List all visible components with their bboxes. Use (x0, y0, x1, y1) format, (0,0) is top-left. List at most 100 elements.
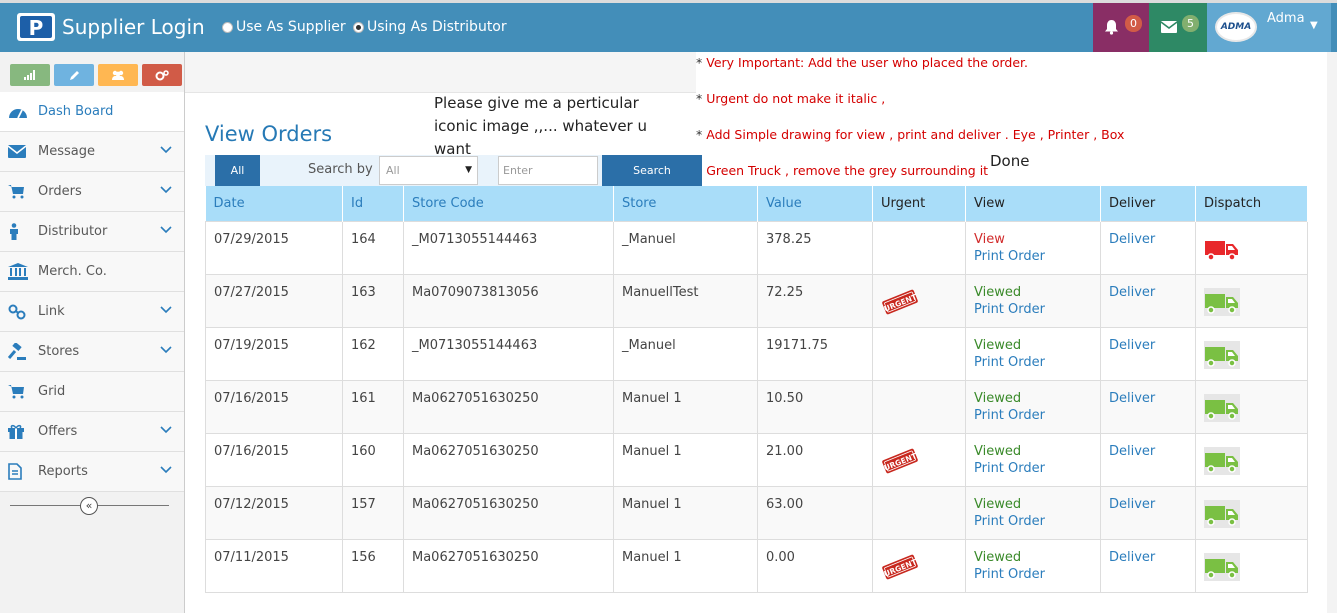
envelope-icon (8, 143, 30, 161)
print-order-link[interactable]: Print Order (974, 302, 1100, 317)
print-order-link[interactable]: Print Order (974, 461, 1100, 476)
column-header-store[interactable]: Store (613, 186, 758, 221)
deliver-link[interactable]: Deliver (1109, 497, 1155, 512)
view-link[interactable]: Viewed (974, 338, 1100, 353)
truck-icon[interactable] (1204, 499, 1240, 528)
chevron-down-icon[interactable] (160, 306, 172, 314)
page-title: View Orders (205, 122, 333, 146)
cell-deliver: Deliver (1100, 538, 1196, 593)
user-menu[interactable]: ADMA Adma ▼ (1207, 3, 1331, 52)
cell-date: 07/27/2015 (205, 273, 343, 328)
print-order-link[interactable]: Print Order (974, 514, 1100, 529)
brand-logo-icon[interactable]: P (17, 13, 55, 41)
view-link[interactable]: Viewed (974, 444, 1100, 459)
deliver-link[interactable]: Deliver (1109, 550, 1155, 565)
notifications-button[interactable]: 0 (1093, 3, 1149, 52)
caret-down-icon[interactable]: ▼ (1310, 20, 1318, 31)
sidebar-item-distributor[interactable]: Distributor (0, 212, 184, 252)
truck-icon[interactable] (1204, 552, 1240, 581)
deliver-link[interactable]: Deliver (1109, 232, 1155, 247)
print-order-link[interactable]: Print Order (974, 567, 1100, 582)
annotation-note: * Urgent do not make it italic , (696, 91, 886, 106)
chevron-down-icon[interactable] (160, 226, 172, 234)
sidebar-item-dashboard[interactable]: Dash Board (0, 92, 184, 132)
cell-store: _Manuel (613, 220, 758, 275)
deliver-link[interactable]: Deliver (1109, 444, 1155, 459)
sidebar-item-link[interactable]: Link (0, 292, 184, 332)
sidebar-item-grid[interactable]: Grid (0, 372, 184, 412)
messages-button[interactable]: 5 (1149, 3, 1207, 52)
cell-value: 21.00 (757, 432, 873, 487)
use-as-supplier-radio[interactable]: Use As Supplier (222, 19, 346, 35)
sidebar-item-offers[interactable]: Offers (0, 412, 184, 452)
view-link[interactable]: Viewed (974, 391, 1100, 406)
chevron-down-icon[interactable] (160, 466, 172, 474)
annotation-note: * Very Important: Add the user who place… (696, 55, 1029, 70)
truck-icon[interactable] (1204, 340, 1240, 369)
pencil-shortcut-button[interactable] (54, 64, 94, 86)
cell-dispatch (1195, 220, 1308, 275)
column-header-value[interactable]: Value (757, 186, 873, 221)
chevron-down-icon[interactable] (160, 186, 172, 194)
cogs-shortcut-button[interactable] (142, 64, 182, 86)
search-button[interactable]: Search (602, 155, 702, 186)
chevron-down-icon[interactable] (160, 146, 172, 154)
table-row: 07/19/2015 162 _M0713055144463 _Manuel 1… (205, 326, 1308, 381)
sidebar-item-message[interactable]: Message (0, 132, 184, 172)
view-link[interactable]: Viewed (974, 497, 1100, 512)
sidebar-item-label: Stores (38, 344, 80, 359)
sidebar-item-stores[interactable]: Stores (0, 332, 184, 372)
cell-dispatch (1195, 326, 1308, 381)
sidebar-item-orders[interactable]: Orders (0, 172, 184, 212)
view-link[interactable]: View (974, 232, 1100, 247)
cell-deliver: Deliver (1100, 485, 1196, 540)
orders-table: Date Id Store Code Store Value Urgent Vi… (205, 186, 1308, 593)
users-shortcut-button[interactable] (98, 64, 138, 86)
signal-bars-shortcut-button[interactable] (10, 64, 50, 86)
truck-icon[interactable] (1204, 393, 1240, 422)
app-title: Supplier Login (62, 15, 205, 39)
cell-deliver: Deliver (1100, 273, 1196, 328)
column-header-id[interactable]: Id (342, 186, 404, 221)
cell-store-code: _M0713055144463 (403, 326, 614, 381)
bell-icon (1105, 20, 1118, 35)
truck-icon[interactable] (1204, 235, 1240, 263)
cell-value: 10.50 (757, 379, 873, 434)
deliver-link[interactable]: Deliver (1109, 338, 1155, 353)
users-icon (112, 70, 124, 80)
radio-checked-icon[interactable] (353, 21, 364, 33)
print-order-link[interactable]: Print Order (974, 408, 1100, 423)
view-link[interactable]: Viewed (974, 550, 1100, 565)
all-filter-button[interactable]: All (215, 155, 260, 186)
print-order-link[interactable]: Print Order (974, 249, 1100, 264)
deliver-link[interactable]: Deliver (1109, 391, 1155, 406)
annotation-note: * Green Truck , remove the grey surround… (696, 163, 989, 178)
search-input[interactable]: Enter (498, 156, 598, 185)
gift-icon (8, 423, 30, 441)
cell-deliver: Deliver (1100, 432, 1196, 487)
double-chevron-left-icon[interactable]: « (80, 497, 98, 515)
view-link[interactable]: Viewed (974, 285, 1100, 300)
column-header-date[interactable]: Date (205, 186, 343, 221)
cell-store: ManuellTest (613, 273, 758, 328)
chevron-down-icon[interactable] (160, 426, 172, 434)
column-header-store-code[interactable]: Store Code (403, 186, 614, 221)
sidebar-item-merch-co[interactable]: Merch. Co. (0, 252, 184, 292)
cell-id: 160 (342, 432, 404, 487)
deliver-link[interactable]: Deliver (1109, 285, 1155, 300)
truck-icon[interactable] (1204, 446, 1240, 475)
truck-icon[interactable] (1204, 287, 1240, 316)
print-order-link[interactable]: Print Order (974, 355, 1100, 370)
page-scrollbar[interactable] (1327, 52, 1337, 613)
cell-id: 164 (342, 220, 404, 275)
select-value: All (386, 164, 400, 177)
cell-view: Viewed Print Order (965, 538, 1101, 593)
using-as-distributor-radio[interactable]: Using As Distributor (353, 19, 507, 35)
cart-icon (8, 183, 30, 201)
cell-date: 07/19/2015 (205, 326, 343, 381)
cell-dispatch (1195, 273, 1308, 328)
sidebar-item-reports[interactable]: Reports (0, 452, 184, 492)
search-by-select[interactable]: All ▼ (379, 156, 478, 185)
chevron-down-icon[interactable] (160, 346, 172, 354)
radio-icon[interactable] (222, 21, 233, 33)
